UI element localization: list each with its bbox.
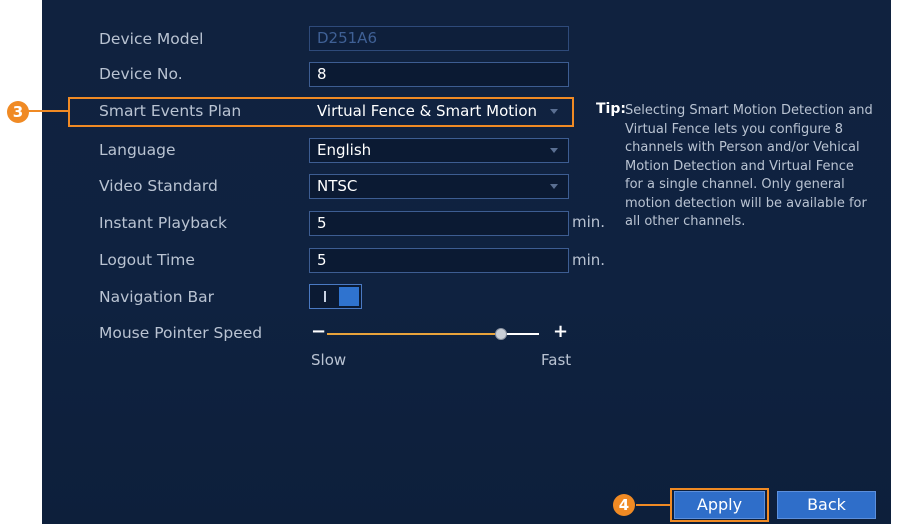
speed-slider-handle[interactable] xyxy=(495,328,507,340)
device-model-field: D251A6 xyxy=(309,26,569,51)
fast-label: Fast xyxy=(541,351,572,369)
logout-time-unit: min. xyxy=(572,251,606,269)
language-select[interactable]: English xyxy=(309,138,569,163)
logout-time-input[interactable]: 5 xyxy=(309,248,569,273)
smart-events-highlight xyxy=(68,97,574,127)
device-no-input[interactable]: 8 xyxy=(309,62,569,87)
slow-label: Slow xyxy=(311,351,347,369)
logout-time-label: Logout Time xyxy=(99,251,195,269)
video-standard-value: NTSC xyxy=(317,177,358,195)
language-label: Language xyxy=(99,141,176,159)
instant-playback-label: Instant Playback xyxy=(99,214,228,232)
callout-4: 4 xyxy=(613,494,635,516)
tip-heading: Tip: xyxy=(596,101,626,117)
callout-3: 3 xyxy=(7,101,29,123)
toggle-knob xyxy=(339,287,359,306)
mouse-pointer-speed-label: Mouse Pointer Speed xyxy=(99,324,263,342)
speed-slider-fill xyxy=(327,333,502,335)
video-standard-label: Video Standard xyxy=(99,177,218,195)
instant-playback-input[interactable]: 5 xyxy=(309,211,569,236)
video-standard-select[interactable]: NTSC xyxy=(309,174,569,199)
device-model-label: Device Model xyxy=(99,30,204,48)
callout-4-line xyxy=(636,504,672,506)
device-no-label: Device No. xyxy=(99,65,183,83)
toggle-on-indicator xyxy=(324,291,326,302)
instant-playback-unit: min. xyxy=(572,213,606,231)
chevron-down-icon xyxy=(550,184,558,189)
callout-3-line xyxy=(28,110,69,112)
navigation-bar-toggle[interactable] xyxy=(309,284,362,309)
language-value: English xyxy=(317,141,372,159)
navigation-bar-label: Navigation Bar xyxy=(99,288,215,306)
chevron-down-icon xyxy=(550,148,558,153)
back-button[interactable]: Back xyxy=(777,491,876,519)
minus-icon[interactable]: − xyxy=(311,321,326,342)
tip-text: Selecting Smart Motion Detection and Vir… xyxy=(625,103,873,229)
apply-button[interactable]: Apply xyxy=(674,491,765,519)
plus-icon[interactable]: + xyxy=(553,321,568,342)
